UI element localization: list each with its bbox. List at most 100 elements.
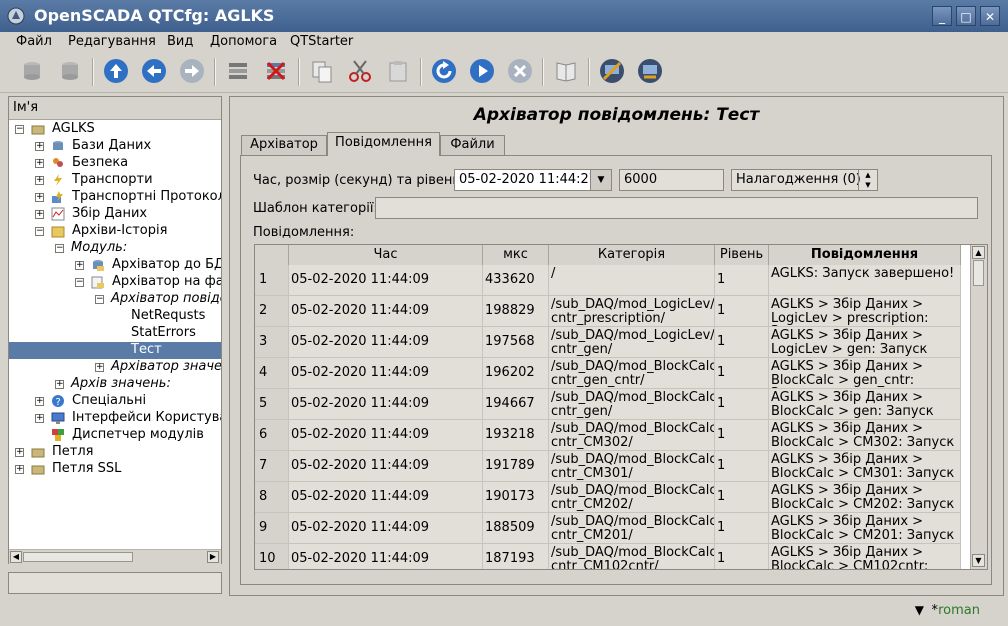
- expand-icon[interactable]: +: [75, 261, 84, 270]
- db-save-icon[interactable]: [56, 57, 84, 85]
- tree-item-databases[interactable]: + Бази Даних: [9, 138, 221, 155]
- cell-n: 7: [255, 451, 289, 482]
- scroll-up-icon[interactable]: ▲: [972, 246, 985, 259]
- category-input[interactable]: [375, 197, 978, 219]
- col-header-message[interactable]: Повідомлення: [769, 245, 961, 265]
- menu-edit[interactable]: Редагування: [68, 34, 156, 49]
- tree-item-netrequsts[interactable]: NetRequsts: [9, 308, 221, 325]
- table-row[interactable]: 7 05-02-2020 11:44:09 191789/sub_DAQ/mod_B…: [255, 451, 961, 482]
- tree-item-ui[interactable]: + Інтерфейси Користувач: [9, 410, 221, 427]
- tree-item-staterrors[interactable]: StatErrors: [9, 325, 221, 342]
- size-field[interactable]: 6000: [619, 169, 724, 191]
- tab-messages[interactable]: Повідомлення: [327, 132, 440, 156]
- toolbar-separator: [420, 58, 422, 86]
- refresh-icon[interactable]: [430, 57, 458, 85]
- tree-item-loop[interactable]: + Петля: [9, 444, 221, 461]
- tree-item-module-manager[interactable]: Диспетчер модулів: [9, 427, 221, 444]
- menu-file[interactable]: Файл: [16, 34, 52, 49]
- table-row[interactable]: 3 05-02-2020 11:44:09 197568/sub_DAQ/mod_L…: [255, 327, 961, 358]
- tree-item-fs-archiver[interactable]: − Архіватор на фай: [9, 274, 221, 291]
- expand-icon[interactable]: +: [35, 159, 44, 168]
- qtcfg-icon[interactable]: [636, 57, 664, 85]
- table-vertical-scrollbar[interactable]: ▲ ▼: [970, 245, 987, 569]
- chevron-down-icon[interactable]: ▼: [590, 170, 611, 190]
- back-icon[interactable]: [140, 57, 168, 85]
- expand-icon[interactable]: +: [35, 397, 44, 406]
- table-row[interactable]: 4 05-02-2020 11:44:09 196202/sub_DAQ/mod_B…: [255, 358, 961, 389]
- tree-item-msg-archiver[interactable]: − Архіватор повідо: [9, 291, 221, 308]
- table-row[interactable]: 1 05-02-2020 11:44:09 433620/1 AGLKS: Запус…: [255, 265, 961, 296]
- up-icon[interactable]: [102, 57, 130, 85]
- tab-files[interactable]: Файли: [440, 135, 505, 155]
- tree-item-test[interactable]: Тест: [9, 342, 221, 359]
- collapse-icon[interactable]: −: [35, 227, 44, 236]
- table-row[interactable]: 5 05-02-2020 11:44:09 194667/sub_DAQ/mod_B…: [255, 389, 961, 420]
- table-row[interactable]: 10 05-02-2020 11:44:09 187193/sub_DAQ/mod_…: [255, 544, 961, 569]
- expand-icon[interactable]: +: [35, 210, 44, 219]
- tree-header[interactable]: Ім'я: [9, 97, 221, 120]
- tree-item-daq[interactable]: + Збір Даних: [9, 206, 221, 223]
- tree-item-special[interactable]: + ? Спеціальні: [9, 393, 221, 410]
- add-item-icon[interactable]: [224, 57, 252, 85]
- table-row[interactable]: 9 05-02-2020 11:44:09 188509/sub_DAQ/mod_B…: [255, 513, 961, 544]
- tree-item-archives[interactable]: − Архіви-Історія: [9, 223, 221, 240]
- level-select[interactable]: Налагодження (0) ▲ ▼: [731, 169, 878, 191]
- col-header-category[interactable]: Категорія: [549, 245, 715, 265]
- cut-icon[interactable]: [346, 57, 374, 85]
- tree-horizontal-scrollbar[interactable]: ◀ ▶: [9, 549, 221, 564]
- menu-view[interactable]: Вид: [167, 34, 193, 49]
- scroll-thumb[interactable]: [973, 260, 984, 286]
- close-button[interactable]: ✕: [980, 6, 1000, 26]
- time-field[interactable]: 05-02-2020 11:44:27 ▼: [454, 169, 612, 191]
- tab-archiver[interactable]: Архіватор: [241, 135, 327, 155]
- col-header-time[interactable]: Час: [289, 245, 483, 265]
- collapse-icon[interactable]: −: [95, 295, 104, 304]
- table-row[interactable]: 6 05-02-2020 11:44:09 193218/sub_DAQ/mod_B…: [255, 420, 961, 451]
- minimize-button[interactable]: _: [932, 6, 952, 26]
- scroll-thumb[interactable]: [23, 552, 133, 562]
- tree-item-val-archive[interactable]: + Архів значень:: [9, 376, 221, 393]
- expand-icon[interactable]: +: [15, 448, 24, 457]
- vision-icon[interactable]: [598, 57, 626, 85]
- expand-icon[interactable]: +: [15, 465, 24, 474]
- expand-icon[interactable]: +: [35, 414, 44, 423]
- col-header-index[interactable]: [255, 245, 289, 265]
- col-header-level[interactable]: Рівень: [715, 245, 769, 265]
- tree-item-protocols[interactable]: + Транспортні Протоколи: [9, 189, 221, 206]
- col-header-usec[interactable]: мкс: [483, 245, 549, 265]
- tree-item-aglks[interactable]: − AGLKS: [9, 121, 221, 138]
- scroll-left-icon[interactable]: ◀: [10, 551, 22, 563]
- user-label[interactable]: roman: [938, 603, 980, 618]
- expand-icon[interactable]: +: [55, 380, 64, 389]
- scroll-right-icon[interactable]: ▶: [207, 551, 219, 563]
- tree-item-security[interactable]: + Безпека: [9, 155, 221, 172]
- paste-icon[interactable]: [384, 57, 412, 85]
- manual-icon[interactable]: [552, 57, 580, 85]
- start-icon[interactable]: [468, 57, 496, 85]
- db-load-icon[interactable]: [18, 57, 46, 85]
- expand-icon[interactable]: +: [35, 193, 44, 202]
- collapse-icon[interactable]: −: [15, 125, 24, 134]
- expand-icon[interactable]: +: [35, 176, 44, 185]
- table-row[interactable]: 8 05-02-2020 11:44:09 190173/sub_DAQ/mod_B…: [255, 482, 961, 513]
- copy-icon[interactable]: [308, 57, 336, 85]
- scroll-down-icon[interactable]: ▼: [972, 554, 985, 567]
- maximize-button[interactable]: □: [956, 6, 976, 26]
- tree-item-module-group[interactable]: − Модуль:: [9, 240, 221, 257]
- delete-item-icon[interactable]: [262, 57, 290, 85]
- expand-icon[interactable]: +: [35, 142, 44, 151]
- updown-icon[interactable]: ▲ ▼: [858, 170, 877, 190]
- menu-qtstarter[interactable]: QTStarter: [290, 34, 353, 49]
- stop-icon[interactable]: [506, 57, 534, 85]
- table-row[interactable]: 2 05-02-2020 11:44:09 198829/sub_DAQ/mod_L…: [255, 296, 961, 327]
- collapse-icon[interactable]: −: [75, 278, 84, 287]
- tree-item-transports[interactable]: + Транспорти: [9, 172, 221, 189]
- expand-icon[interactable]: +: [95, 363, 104, 372]
- collapse-icon[interactable]: −: [55, 244, 64, 253]
- menu-help[interactable]: Допомога: [210, 34, 277, 49]
- tree-item-loop-ssl[interactable]: + Петля SSL: [9, 461, 221, 478]
- chevron-down-icon[interactable]: ▼: [915, 603, 924, 617]
- forward-icon[interactable]: [178, 57, 206, 85]
- tree-item-db-archiver[interactable]: + Архіватор до БД: [9, 257, 221, 274]
- tree-item-val-archiver[interactable]: + Архіватор значен: [9, 359, 221, 376]
